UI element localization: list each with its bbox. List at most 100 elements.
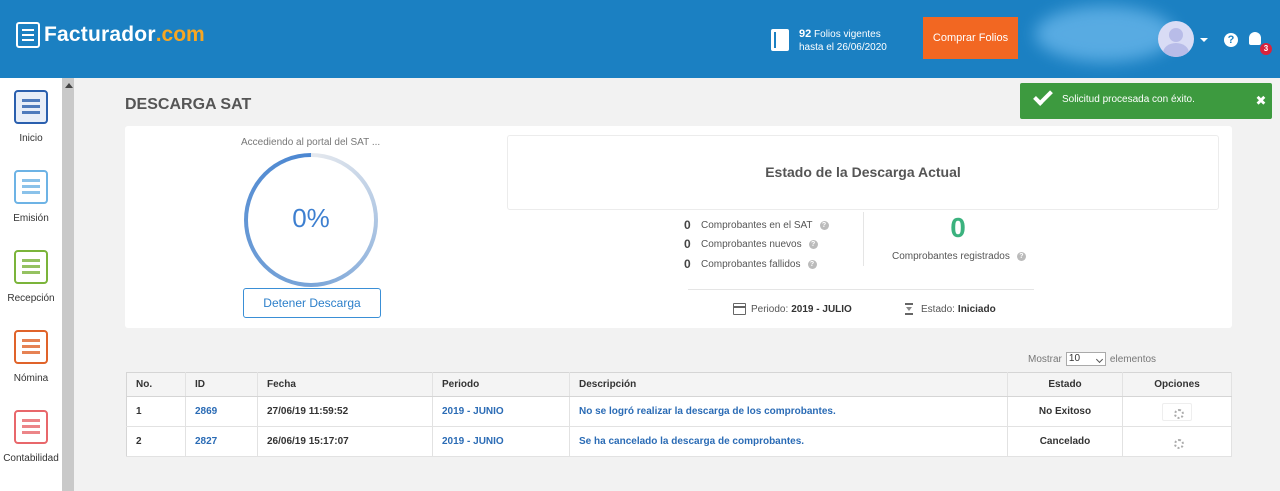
sidebar-item-nomina[interactable]: Nómina [0, 330, 62, 384]
table-header-row: No. ID Fecha Periodo Descripción Estado … [126, 372, 1232, 397]
table-row: 1 2869 27/06/19 11:59:52 2019 - JUNIO No… [126, 396, 1232, 427]
downloads-table: No. ID Fecha Periodo Descripción Estado … [126, 372, 1232, 457]
stat-value: 0 [684, 218, 691, 232]
help-icon[interactable]: ? [1224, 33, 1238, 47]
stat-value: 0 [684, 257, 691, 271]
page-title: DESCARGA SAT [125, 96, 252, 113]
sidebar-item-label: Inicio [19, 133, 43, 144]
cell-fecha: 26/06/19 15:17:07 [257, 426, 433, 457]
stat-label: Comprobantes en el SAT [701, 219, 813, 231]
column-header[interactable]: No. [126, 372, 186, 397]
column-header[interactable]: Descripción [569, 372, 1008, 397]
registered-label: Comprobantes registrados [892, 251, 1010, 262]
cell-periodo[interactable]: 2019 - JUNIO [432, 396, 570, 427]
calculator-icon [14, 410, 48, 444]
column-header[interactable]: ID [185, 372, 258, 397]
question-icon[interactable]: ? [819, 220, 829, 230]
sidebar-item-label: Contabilidad [3, 453, 59, 464]
column-header[interactable]: Estado [1007, 372, 1123, 397]
sidebar-item-inicio[interactable]: Inicio [0, 90, 62, 144]
payroll-icon [14, 330, 48, 364]
sidebar-item-label: Emisión [13, 213, 49, 224]
stat-label: Comprobantes nuevos [701, 238, 802, 250]
cell-options [1122, 426, 1232, 457]
sidebar-item-label: Nómina [13, 373, 49, 384]
registered-label-row: Comprobantes registrados ? [892, 251, 1026, 262]
logo-text: Facturador [44, 23, 156, 46]
period-value: 2019 - JULIO [791, 303, 852, 315]
sidebar-item-contabilidad[interactable]: Contabilidad [0, 410, 62, 464]
cell-fecha: 27/06/19 11:59:52 [257, 396, 433, 427]
cell-descripcion[interactable]: Se ha cancelado la descarga de comproban… [569, 426, 1008, 457]
registered-count: 0 [950, 212, 966, 243]
invoice-in-icon [14, 250, 48, 284]
state-value: Iniciado [957, 303, 996, 315]
cell-descripcion[interactable]: No se logró realizar la descarga de los … [569, 396, 1008, 427]
status-title: Estado de la Descarga Actual [765, 164, 961, 180]
period-info: Periodo: 2019 - JULIO [733, 303, 852, 315]
column-header: Opciones [1122, 372, 1232, 397]
avatar[interactable] [1158, 21, 1194, 57]
folios-info: 92 Folios vigentes hasta el 26/06/2020 [799, 28, 887, 54]
notification-badge: 3 [1260, 43, 1272, 55]
chevron-down-icon[interactable] [1200, 38, 1208, 42]
top-header: Facturador .com 92 Folios vigentes hasta … [0, 0, 1280, 78]
period-label: Periodo: [751, 303, 789, 315]
cell-no: 2 [126, 426, 186, 457]
folios-label: Folios vigentes [814, 29, 881, 40]
scroll-up-arrow-icon[interactable] [65, 83, 73, 88]
cell-no: 1 [126, 396, 186, 427]
portal-status-text: Accediendo al portal del SAT ... [241, 137, 381, 148]
logo-icon [16, 22, 40, 48]
show-label: Mostrar [1028, 353, 1062, 365]
divider [688, 289, 1034, 290]
check-icon [1033, 86, 1053, 106]
toast-message: Solicitud procesada con éxito. [1062, 94, 1195, 105]
column-header[interactable]: Fecha [257, 372, 433, 397]
state-info: Estado: Iniciado [905, 303, 996, 315]
sidebar-item-label: Recepción [7, 293, 55, 304]
sidebar-item-emision[interactable]: Emisión [0, 170, 62, 224]
progress-percent: 0% [292, 203, 330, 233]
stat-label: Comprobantes fallidos [701, 258, 801, 270]
user-name-blurred [1035, 6, 1175, 62]
divider [863, 212, 864, 266]
show-suffix: elementos [1109, 353, 1157, 365]
folios-count: 92 [799, 28, 812, 40]
question-icon[interactable]: ? [808, 239, 818, 249]
page-size-control: Mostrar 10 elementos [1028, 352, 1156, 366]
folios-book-icon [771, 29, 789, 51]
success-toast: Solicitud procesada con éxito. [1020, 83, 1272, 119]
cell-periodo[interactable]: 2019 - JUNIO [432, 426, 570, 457]
question-icon[interactable]: ? [807, 259, 817, 269]
app-logo[interactable]: Facturador .com [16, 22, 205, 48]
stop-download-button[interactable]: Detener Descarga [243, 288, 381, 318]
dashboard-icon [14, 90, 48, 124]
close-icon[interactable]: ✖ [1254, 93, 1268, 109]
stat-nuevos: 0 Comprobantes nuevos ? [684, 237, 818, 251]
page-size-select[interactable]: 10 [1065, 352, 1106, 366]
cell-options [1122, 396, 1232, 427]
gear-icon[interactable] [1162, 402, 1192, 421]
stat-value: 0 [684, 237, 691, 251]
hourglass-icon [905, 303, 913, 315]
gear-icon[interactable] [1162, 433, 1192, 451]
cell-id-link[interactable]: 2869 [185, 396, 258, 427]
cell-id-link[interactable]: 2827 [185, 426, 258, 457]
question-icon[interactable]: ? [1016, 252, 1026, 261]
cell-estado: Cancelado [1007, 426, 1123, 457]
invoice-out-icon [14, 170, 48, 204]
calendar-icon [733, 303, 746, 315]
folios-until: hasta el 26/06/2020 [799, 42, 887, 53]
buy-folios-button[interactable]: Comprar Folios [923, 17, 1018, 59]
cell-estado: No Exitoso [1007, 396, 1123, 427]
column-header[interactable]: Periodo [432, 372, 570, 397]
logo-suffix: .com [155, 23, 205, 46]
stat-fallidos: 0 Comprobantes fallidos ? [684, 257, 817, 271]
stat-sat: 0 Comprobantes en el SAT ? [684, 218, 829, 232]
sidebar-item-recepcion[interactable]: Recepción [0, 250, 62, 304]
bell-icon[interactable] [1249, 32, 1261, 45]
sidebar-scrollbar[interactable] [62, 78, 74, 491]
table-row: 2 2827 26/06/19 15:17:07 2019 - JUNIO Se… [126, 426, 1232, 457]
state-label: Estado: [921, 303, 955, 315]
